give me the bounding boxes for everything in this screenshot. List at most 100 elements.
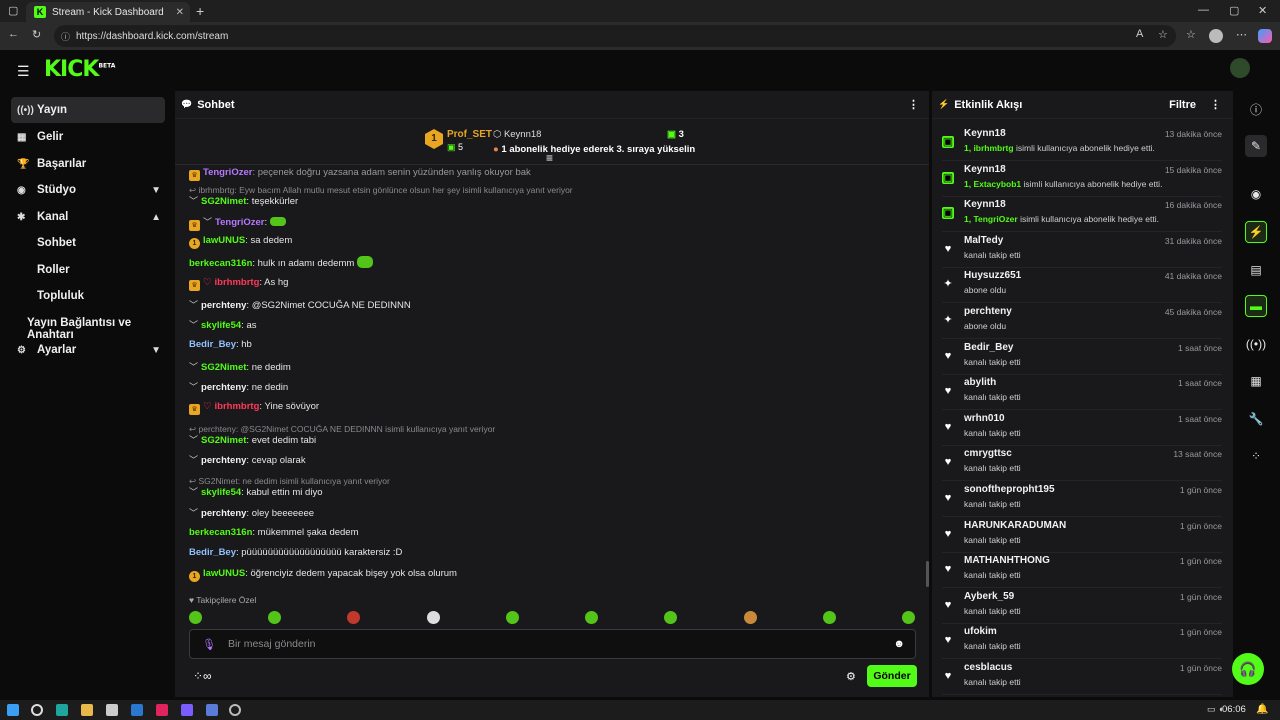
browser-tab[interactable]: K Stream - Kick Dashboard ✕ <box>26 2 190 22</box>
chat-settings-icon[interactable]: ⚙ <box>846 670 856 683</box>
chat-username[interactable]: skylife54 <box>201 487 241 498</box>
info-icon[interactable]: ⓘ <box>1245 98 1267 120</box>
minimize-icon[interactable]: — <box>1198 4 1209 16</box>
emote-icon[interactable] <box>347 610 361 624</box>
event-username[interactable]: cesblacus <box>964 662 1012 673</box>
activity-event[interactable]: ✦ perchteny abone oldu 45 dakika önce <box>942 304 1222 339</box>
user-avatar[interactable] <box>1230 58 1250 78</box>
notes-icon[interactable]: ▤ <box>1245 259 1267 281</box>
activity-event[interactable]: ♥ Bedir_Bey kanalı takip etti 1 saat önce <box>942 340 1222 375</box>
sidebar-subitem-roles[interactable]: Roller <box>37 264 70 276</box>
activity-event[interactable]: ♥ HARUNKARADUMAN kanalı takip etti 1 gün ön… <box>942 518 1222 553</box>
microphone-icon[interactable]: 🎙 <box>202 638 216 651</box>
chat-username[interactable]: perchteny <box>201 455 246 466</box>
event-username[interactable]: Keynn18 <box>964 199 1006 210</box>
chat-username[interactable]: SG2Nimet <box>201 196 246 207</box>
event-username[interactable]: MalTedy <box>964 235 1003 246</box>
app-icon[interactable] <box>206 704 218 716</box>
notifications-icon[interactable]: 🔔 <box>1256 704 1268 715</box>
points-infinity-icon[interactable]: ⁘∞ <box>193 669 212 683</box>
event-username[interactable]: Bedir_Bey <box>964 342 1013 353</box>
chat-username[interactable]: berkecan316n <box>189 258 252 269</box>
event-username[interactable]: MATHANHTHONG <box>964 555 1050 566</box>
activity-event[interactable]: ♥ cesblacus kanalı takip etti 1 gün önce <box>942 660 1222 695</box>
chat-username[interactable]: skylife54 <box>201 320 241 331</box>
read-aloud-icon[interactable]: A <box>1136 28 1143 40</box>
activity-event[interactable]: ♥ Ayberk_59 kanalı takip etti 1 gün önce <box>942 589 1222 624</box>
event-username[interactable]: sonofthepropht195 <box>964 484 1055 495</box>
sidebar-item-channel[interactable]: ✱ Kanal ▲ <box>11 204 165 230</box>
emote-icon[interactable] <box>268 610 282 624</box>
filter-button[interactable]: Filtre <box>1169 99 1196 111</box>
chat-username[interactable]: ibrhmbrtg <box>215 277 260 288</box>
back-icon[interactable]: ← <box>8 28 19 40</box>
chat-username[interactable]: SG2Nimet <box>201 362 246 373</box>
activity-event[interactable]: ♥ MalTedy kanalı takip etti 31 dakika önce <box>942 233 1222 268</box>
clock[interactable]: 06:06 <box>1222 704 1246 715</box>
emote-icon[interactable] <box>901 610 915 624</box>
activity-event[interactable]: ♥ MATHANHTHONG kanalı takip etti 1 gün önce <box>942 553 1222 589</box>
outlook-icon[interactable] <box>131 704 143 716</box>
tab-actions-icon[interactable]: ▢ <box>8 4 18 17</box>
emoji-icon[interactable]: ☻ <box>893 638 905 650</box>
send-button[interactable]: Gönder <box>867 665 917 687</box>
apps-icon[interactable]: ⁘ <box>1245 445 1267 467</box>
chat-username[interactable]: Bedir_Bey <box>189 339 236 350</box>
broadcast-rail-icon[interactable]: ((•)) <box>1245 333 1267 355</box>
start-icon[interactable] <box>7 704 19 716</box>
copilot-icon[interactable] <box>1258 29 1272 43</box>
more-icon[interactable]: ⋯ <box>1236 28 1247 41</box>
feed-more-icon[interactable]: ⋮ <box>1210 98 1221 111</box>
file-explorer-icon[interactable] <box>81 704 93 716</box>
chat-input[interactable]: 🎙 Bir mesaj gönderin ☻ <box>189 629 916 659</box>
favorites-icon[interactable]: ☆ <box>1186 28 1196 41</box>
emote-icon[interactable] <box>585 610 599 624</box>
refresh-icon[interactable]: ↻ <box>32 28 41 41</box>
sidebar-subitem-chat[interactable]: Sohbet <box>37 237 76 249</box>
edge-icon[interactable] <box>56 704 68 716</box>
menu-icon[interactable]: ☰ <box>17 63 30 80</box>
emote-icon[interactable] <box>664 610 678 624</box>
emote-icon[interactable] <box>743 610 757 624</box>
event-username[interactable]: Keynn18 <box>964 128 1006 139</box>
event-username[interactable]: Ayberk_59 <box>964 591 1014 602</box>
sidebar-item-studio[interactable]: ◉ Stüdyo ▼ <box>11 177 165 203</box>
activity-event[interactable]: ▣ Keynn18 1, TengriOzer isimli kullanıcıya… <box>942 197 1222 233</box>
event-username[interactable]: cmrygttsc <box>964 448 1012 459</box>
copilot-taskbar-icon[interactable] <box>181 704 193 716</box>
close-window-icon[interactable]: ✕ <box>1258 4 1267 17</box>
chat-username[interactable]: perchteny <box>201 382 246 393</box>
activity-event[interactable]: ▣ Keynn18 1, Extacybob1 isimli kullanıcıya… <box>942 162 1222 197</box>
chat-scrollbar[interactable] <box>926 561 929 587</box>
activity-event[interactable]: ♥ sonofthepropht195 kanalı takip etti 1 gün… <box>942 482 1222 517</box>
chat-username[interactable]: TengriOzer <box>215 217 264 228</box>
sidebar-item-stream[interactable]: ((•)) Yayın <box>11 97 165 123</box>
chat-toggle-icon[interactable]: ▬ <box>1245 295 1267 317</box>
activity-event[interactable]: ♥ wrhn010 kanalı takip etti 1 saat önce <box>942 411 1222 446</box>
activity-event[interactable]: ▣ Keynn18 1, ibrhmbrtg isimli kullanıcıya … <box>942 126 1222 161</box>
close-tab-icon[interactable]: ✕ <box>176 7 184 18</box>
event-username[interactable]: Huysuzz651 <box>964 270 1021 281</box>
wrench-icon[interactable]: 🔧 <box>1245 408 1267 430</box>
chat-username[interactable]: berkecan316n <box>189 527 252 538</box>
collapse-icon[interactable]: ≡ <box>546 151 553 165</box>
event-username[interactable]: abylith <box>964 377 996 388</box>
activity-event[interactable]: ♥ ufokim kanalı takip etti 1 gün önce <box>942 624 1222 660</box>
search-icon[interactable] <box>31 704 43 716</box>
tray-icons[interactable]: ▭ ◖ <box>1207 704 1223 715</box>
layers-icon[interactable]: ▦ <box>1245 370 1267 392</box>
chat-username[interactable]: TengriOzer <box>203 167 252 178</box>
maximize-icon[interactable]: ▢ <box>1229 4 1239 17</box>
sidebar-item-settings[interactable]: ⚙ Ayarlar ▼ <box>11 337 165 363</box>
activity-event[interactable]: ♥ cmrygttsc kanalı takip etti 13 saat önce <box>942 446 1222 482</box>
event-username[interactable]: Keynn18 <box>964 164 1006 175</box>
activity-event[interactable]: ✦ Huysuzz651 abone oldu 41 dakika önce <box>942 268 1222 304</box>
new-tab-icon[interactable]: + <box>196 3 204 19</box>
sidebar-subitem-community[interactable]: Topluluk <box>37 290 84 302</box>
emote-icon[interactable] <box>189 610 202 624</box>
site-info-icon[interactable]: ⓘ <box>61 30 70 43</box>
emote-icon[interactable] <box>822 610 836 624</box>
event-username[interactable]: perchteny <box>964 306 1012 317</box>
chat-username[interactable]: lawUNUS <box>203 568 245 579</box>
emote-icon[interactable] <box>505 610 519 624</box>
